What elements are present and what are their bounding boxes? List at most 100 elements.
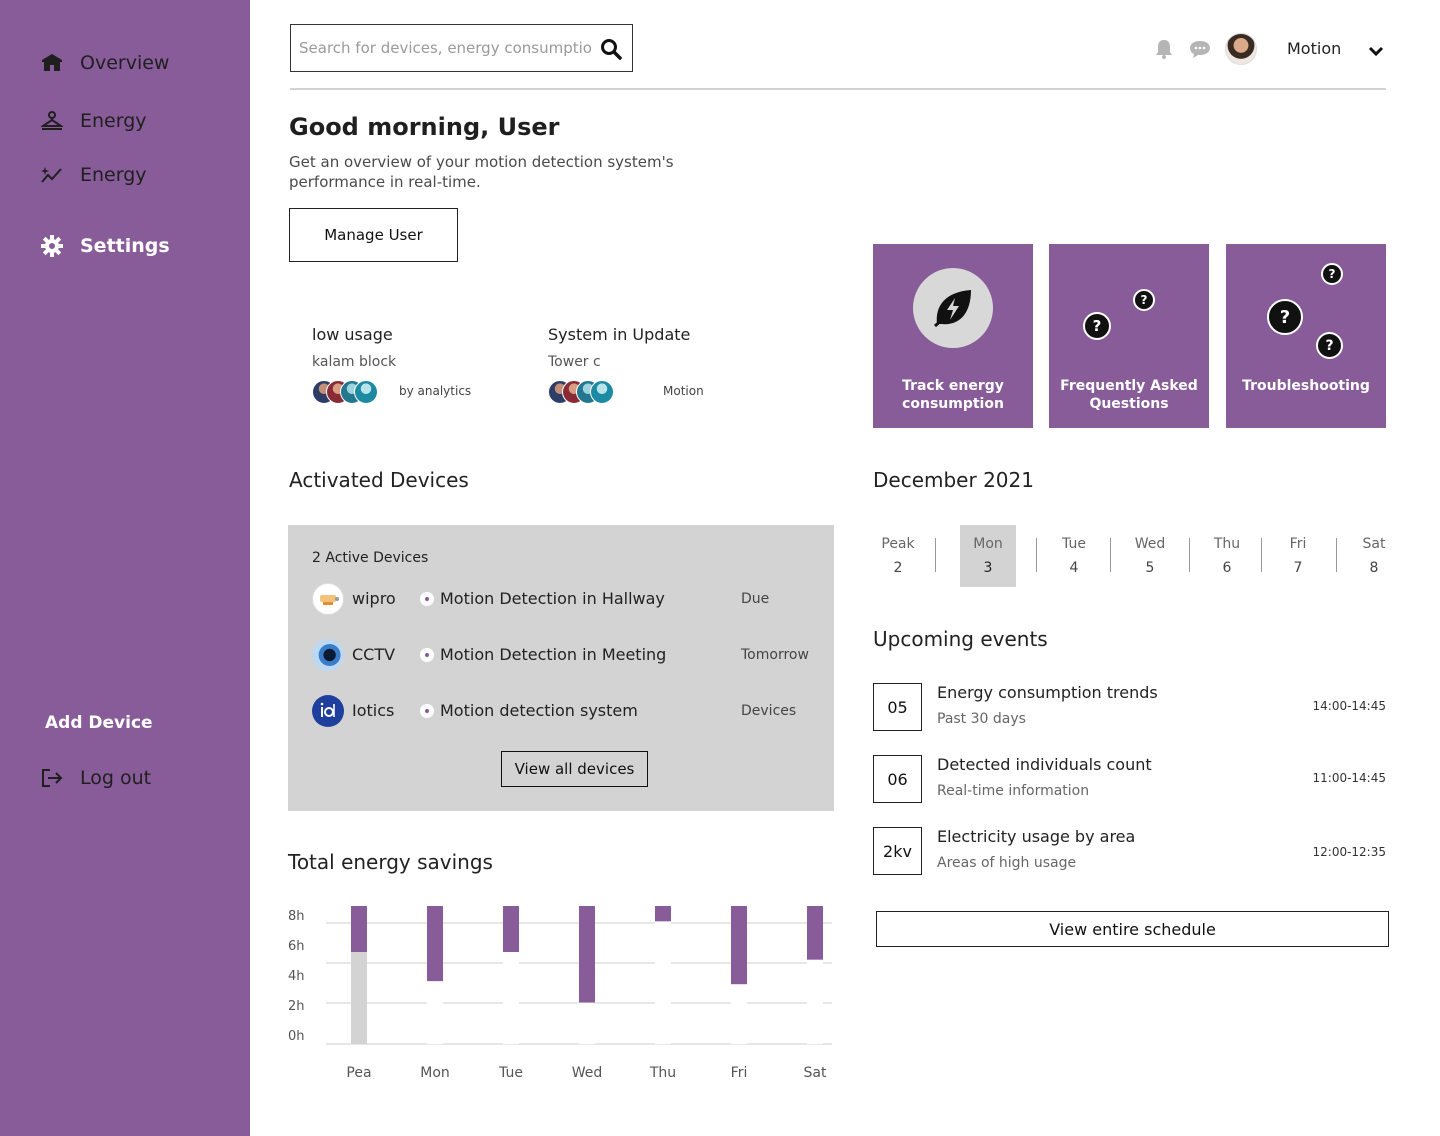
chart-x-tick: Sat (804, 1065, 827, 1081)
event-title[interactable]: Electricity usage by area (937, 827, 1135, 846)
calendar-day-date: 7 (1293, 560, 1303, 576)
calendar-day-date: 6 (1222, 560, 1232, 576)
tile-track-energy[interactable]: Track energy consumption (873, 244, 1033, 428)
add-device-link[interactable]: Add Device (45, 713, 153, 733)
event-subtitle: Past 30 days (937, 711, 1026, 727)
sidebar-item-label: Energy (80, 164, 147, 186)
sidebar-item-energy-analytics[interactable]: Energy (40, 163, 147, 187)
chart-y-tick: 8h (288, 909, 305, 924)
calendar-day[interactable]: Fri 7 (1274, 525, 1322, 587)
logout-label: Log out (80, 767, 152, 789)
question-icon: ? (1133, 289, 1155, 311)
hanger-icon (40, 109, 64, 133)
chevron-down-icon[interactable] (1368, 42, 1384, 57)
chart-y-tick: 2h (288, 999, 305, 1014)
chart-y-tick: 0h (288, 1029, 305, 1044)
event-badge: 05 (873, 683, 922, 731)
calendar-separator (935, 538, 936, 572)
bell-icon[interactable] (1153, 38, 1175, 60)
chart-x-tick: Pea (346, 1065, 371, 1081)
calendar-day-date: 8 (1369, 560, 1379, 576)
event-badge: 06 (873, 755, 922, 803)
event-title[interactable]: Energy consumption trends (937, 683, 1158, 702)
calendar-separator (1110, 538, 1111, 572)
search-icon[interactable] (600, 38, 622, 60)
summary-note: Motion (663, 384, 704, 398)
question-icon: ? (1316, 332, 1343, 359)
tile-label: Frequently Asked Questions (1060, 378, 1198, 412)
device-count: 2 Active Devices (312, 550, 429, 566)
search-bar (290, 24, 633, 72)
avatar-group (548, 380, 614, 404)
calendar-day-date: 4 (1069, 560, 1079, 576)
calendar-day[interactable]: Mon 3 (960, 525, 1016, 587)
calendar-day[interactable]: Peak 2 (874, 525, 922, 587)
chart-bar-remainder (655, 921, 671, 1044)
calendar-separator (1036, 538, 1037, 572)
status-dot-icon (420, 704, 434, 718)
view-all-devices-button[interactable]: View all devices (501, 751, 648, 787)
home-icon (40, 51, 64, 75)
device-status: Due (741, 591, 770, 607)
search-input[interactable] (291, 26, 591, 70)
calendar-day[interactable]: Thu 6 (1203, 525, 1251, 587)
chart-x-tick: Tue (498, 1065, 523, 1081)
logout-icon (40, 766, 64, 790)
event-badge: 2kv (873, 827, 922, 875)
calendar-separator (1189, 538, 1190, 572)
summary-title: System in Update (548, 325, 691, 344)
wipro-logo-icon (312, 583, 344, 615)
manage-user-button[interactable]: Manage User (289, 208, 458, 262)
chart-x-tick: Mon (420, 1065, 450, 1081)
chat-icon[interactable] (1189, 38, 1211, 60)
calendar-day-name: Sat (1362, 536, 1386, 552)
user-name[interactable]: Motion (1287, 39, 1341, 58)
summary-subtitle: kalam block (312, 354, 397, 370)
chart-x-tick: Wed (572, 1065, 603, 1081)
sidebar-item-overview[interactable]: Overview (40, 51, 169, 75)
avatar (354, 380, 378, 404)
calendar-day-name: Wed (1134, 536, 1166, 552)
event-time: 11:00-14:45 (1312, 771, 1387, 785)
device-row[interactable]: CCTV Motion Detection in Meeting Tomorro… (312, 639, 822, 671)
summary-card-system-update[interactable]: System in Update Tower c Motion (548, 325, 704, 404)
device-row[interactable]: wipro Motion Detection in Hallway Due (312, 583, 822, 615)
calendar-day-name: Thu (1213, 536, 1241, 552)
view-schedule-button[interactable]: View entire schedule (876, 911, 1389, 947)
avatar-group (312, 380, 378, 404)
calendar-day-date: 5 (1145, 560, 1155, 576)
summary-card-low-usage[interactable]: low usage kalam block by analytics (312, 325, 471, 404)
sidebar: Overview Energy Energy Settings Add Devi… (0, 0, 250, 1136)
logout-link[interactable]: Log out (40, 766, 151, 790)
calendar-day-name: Peak (881, 536, 915, 552)
calendar-separator (1261, 538, 1262, 572)
calendar-day-name: Tue (1062, 536, 1086, 552)
calendar-day-date: 3 (983, 560, 993, 576)
event-time: 14:00-14:45 (1312, 699, 1387, 713)
chart-bar-remainder (351, 952, 367, 1044)
calendar-day[interactable]: Sat 8 (1350, 525, 1398, 587)
tile-troubleshooting[interactable]: ? ? ? Troubleshooting (1226, 244, 1386, 428)
tile-faq[interactable]: ? ? Frequently Asked Questions (1049, 244, 1209, 428)
device-name: Iotics (352, 701, 395, 720)
calendar-day[interactable]: Wed 5 (1126, 525, 1174, 587)
event-subtitle: Real-time information (937, 783, 1090, 799)
user-avatar[interactable] (1225, 33, 1257, 65)
event-title[interactable]: Detected individuals count (937, 755, 1152, 774)
chart-bar-remainder (807, 959, 823, 1044)
event-subtitle: Areas of high usage (937, 855, 1077, 871)
device-row[interactable]: Iotics Motion detection system Devices (312, 695, 822, 727)
chart-y-tick: 6h (288, 939, 305, 954)
energy-leaf-icon (913, 268, 993, 348)
calendar-day[interactable]: Tue 4 (1050, 525, 1098, 587)
greeting-title: Good morning, User (289, 113, 560, 141)
question-icon: ? (1321, 263, 1343, 285)
sidebar-item-settings[interactable]: Settings (40, 234, 170, 258)
energy-savings-title: Total energy savings (288, 850, 493, 874)
chart-bar-remainder (731, 984, 747, 1044)
calendar-day-name: Fri (1289, 536, 1307, 552)
sidebar-item-energy[interactable]: Energy (40, 109, 147, 133)
sidebar-item-label: Energy (80, 110, 147, 132)
summary-subtitle: Tower c (548, 354, 601, 370)
status-dot-icon (420, 592, 434, 606)
